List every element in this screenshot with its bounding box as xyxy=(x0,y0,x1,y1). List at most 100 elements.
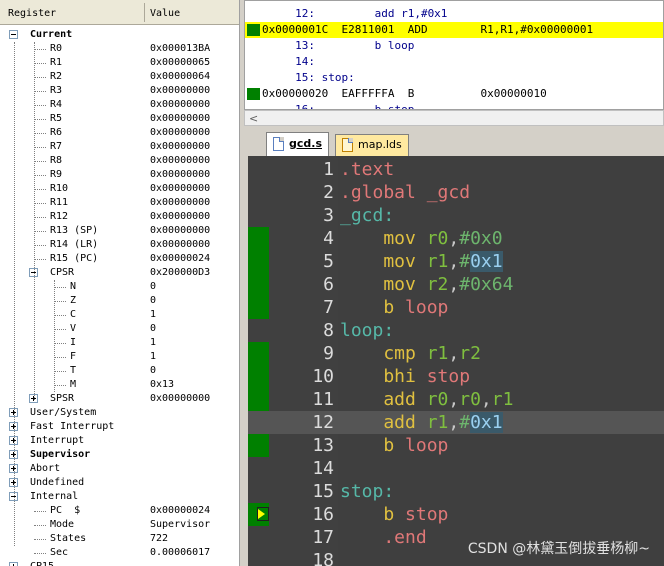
register-row[interactable]: R15 (PC) 0x00000024 xyxy=(0,252,239,266)
code-text: stop: xyxy=(340,480,394,503)
code-token: # xyxy=(459,251,471,272)
tab-map-lds[interactable]: map.lds xyxy=(335,134,409,156)
register-row[interactable]: Fast Interrupt xyxy=(0,420,239,434)
code-token: #0x64 xyxy=(459,274,514,295)
code-text: loop: xyxy=(340,319,394,342)
register-row[interactable]: Mode Supervisor xyxy=(0,518,239,532)
code-text: .end xyxy=(340,526,426,549)
register-column-header[interactable]: Register xyxy=(8,8,56,19)
code-token: , xyxy=(448,343,460,364)
register-row[interactable]: R5 0x00000000 xyxy=(0,112,239,126)
register-row[interactable]: R14 (LR) 0x00000000 xyxy=(0,238,239,252)
register-row[interactable]: User/System xyxy=(0,406,239,420)
register-row[interactable]: PC $ 0x00000024 xyxy=(0,504,239,518)
register-row[interactable]: R8 0x00000000 xyxy=(0,154,239,168)
register-row[interactable]: I1 xyxy=(0,336,239,350)
source-line[interactable]: 13: b loop xyxy=(262,38,663,54)
code-token: _gcd: xyxy=(340,205,395,226)
register-row[interactable]: V0 xyxy=(0,322,239,336)
code-token: , xyxy=(448,274,460,295)
code-line[interactable]: 6 mov r2,#0x64 xyxy=(248,273,664,296)
register-value: 0x00000000 xyxy=(150,99,211,110)
register-value: 0x00000000 xyxy=(150,197,211,208)
register-row[interactable]: T0 xyxy=(0,364,239,378)
register-row[interactable]: R2 0x00000064 xyxy=(0,70,239,84)
source-line[interactable]: 15: stop: xyxy=(262,70,663,86)
code-line[interactable]: 2 .global _gcd xyxy=(248,181,664,204)
register-row[interactable]: F1 xyxy=(0,350,239,364)
register-row[interactable]: M 0x13 xyxy=(0,378,239,392)
code-line[interactable]: 1 .text xyxy=(248,158,664,181)
code-text: _gcd: xyxy=(340,204,394,227)
register-row[interactable]: N0 xyxy=(0,280,239,294)
code-line[interactable]: 12 add r1,#0x1 xyxy=(248,411,664,434)
code-token: # xyxy=(459,412,471,433)
tree-connector xyxy=(34,217,46,218)
code-line[interactable]: 4 mov r0,#0x0 xyxy=(248,227,664,250)
disassembly-line[interactable]: 0x0000001C E2811001 ADD R1,R1,#0x0000000… xyxy=(245,22,663,38)
code-token: add xyxy=(340,412,427,433)
register-value: 0x00000064 xyxy=(150,71,211,82)
tab-gcd-s[interactable]: gcd.s xyxy=(266,132,329,156)
register-row[interactable]: Internal xyxy=(0,490,239,504)
register-row[interactable]: C1 xyxy=(0,308,239,322)
collapse-icon[interactable] xyxy=(9,30,18,39)
register-name: CP15 xyxy=(30,560,54,566)
register-row[interactable]: R7 0x00000000 xyxy=(0,140,239,154)
code-line[interactable]: 11 add r0,r0,r1 xyxy=(248,388,664,411)
register-row[interactable]: R12 0x00000000 xyxy=(0,210,239,224)
code-line[interactable]: 5 mov r1,#0x1 xyxy=(248,250,664,273)
register-row[interactable]: R6 0x00000000 xyxy=(0,126,239,140)
code-line[interactable]: 14 xyxy=(248,457,664,480)
register-value: 1 xyxy=(150,337,157,348)
register-name: Undefined xyxy=(30,477,85,488)
code-line[interactable]: 15 stop: xyxy=(248,480,664,503)
source-line[interactable]: 14: xyxy=(262,54,663,70)
register-row[interactable]: CPSR 0x200000D3 xyxy=(0,266,239,280)
code-token: r1 xyxy=(426,343,449,364)
code-line[interactable]: 16 b stop xyxy=(248,503,664,526)
register-value: 0x00000000 xyxy=(150,141,211,152)
register-row[interactable]: SPSR 0x00000000 xyxy=(0,392,239,406)
line-number: 2 xyxy=(323,182,334,203)
register-row[interactable]: Current xyxy=(0,28,239,42)
register-row[interactable]: Interrupt xyxy=(0,434,239,448)
value-column-header[interactable]: Value xyxy=(150,8,180,19)
register-row[interactable]: Sec 0.00006017 xyxy=(0,546,239,560)
register-row[interactable]: R1 0x00000065 xyxy=(0,56,239,70)
register-name: M xyxy=(70,379,77,390)
register-row[interactable]: R9 0x00000000 xyxy=(0,168,239,182)
register-row[interactable]: R13 (SP) 0x00000000 xyxy=(0,224,239,238)
code-line[interactable]: 8 loop: xyxy=(248,319,664,342)
tab-label: gcd.s xyxy=(289,137,322,150)
register-row[interactable]: R10 0x00000000 xyxy=(0,182,239,196)
register-name: Mode xyxy=(50,519,75,530)
code-line[interactable]: 9 cmp r1,r2 xyxy=(248,342,664,365)
register-row[interactable]: States 722 xyxy=(0,532,239,546)
code-line[interactable]: 3 _gcd: xyxy=(248,204,664,227)
register-row[interactable]: Supervisor xyxy=(0,448,239,462)
register-row[interactable]: R4 0x00000000 xyxy=(0,98,239,112)
disassembly-line[interactable]: 0x00000020 EAFFFFFA B 0x00000010 xyxy=(262,86,663,102)
register-row[interactable]: CP15 xyxy=(0,560,239,566)
source-editor[interactable]: 1 .text 2 .global _gcd 3 _gcd: 4 mov r0,#0x0 5 … xyxy=(248,156,664,566)
code-line[interactable]: 13 b loop xyxy=(248,434,664,457)
expand-icon[interactable] xyxy=(9,562,18,566)
register-row[interactable]: R0 0x000013BA xyxy=(0,42,239,56)
code-line[interactable]: 10 bhi stop xyxy=(248,365,664,388)
code-line[interactable]: 7 b loop xyxy=(248,296,664,319)
register-row[interactable]: R11 0x00000000 xyxy=(0,196,239,210)
column-divider[interactable] xyxy=(144,3,145,22)
source-line[interactable]: 16: b stop xyxy=(262,102,663,109)
tree-connector xyxy=(34,189,46,190)
tree-connector xyxy=(54,287,66,288)
disassembly-horizontal-scrollbar[interactable]: < xyxy=(244,110,664,126)
register-row[interactable]: R3 0x00000000 xyxy=(0,84,239,98)
code-token: .text xyxy=(340,159,395,180)
register-name: Sec xyxy=(50,547,69,558)
source-line[interactable]: 12: add r1,#0x1 xyxy=(262,6,663,22)
scroll-left-icon[interactable]: < xyxy=(249,112,258,125)
register-row[interactable]: Z0 xyxy=(0,294,239,308)
register-row[interactable]: Undefined xyxy=(0,476,239,490)
register-row[interactable]: Abort xyxy=(0,462,239,476)
